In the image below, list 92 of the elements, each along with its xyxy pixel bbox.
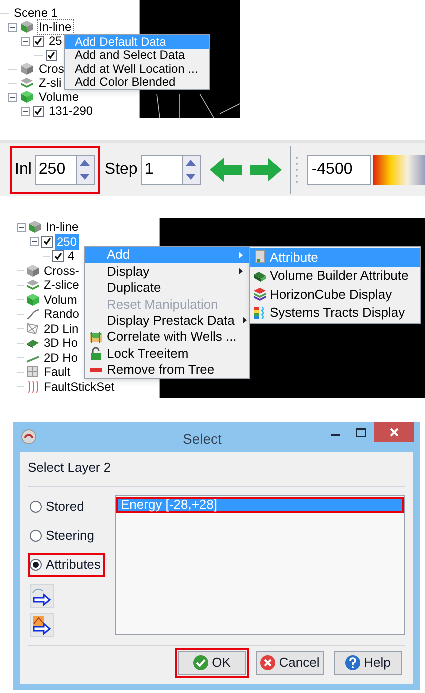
checkbox[interactable]	[33, 36, 44, 46]
dialog-button[interactable]: Cancel	[256, 651, 324, 675]
cube-icon	[20, 90, 34, 104]
tree-item[interactable]: Cros	[37, 61, 66, 77]
spin-up-icon[interactable]	[186, 160, 196, 166]
lock-icon	[89, 346, 103, 361]
menu-item[interactable]: Volume Builder Attribute	[250, 266, 420, 285]
expander-icon[interactable]	[30, 237, 39, 246]
tree-item[interactable]: Fault	[42, 364, 73, 380]
expander-icon[interactable]	[21, 106, 30, 116]
import-button[interactable]	[30, 613, 54, 637]
expander-icon[interactable]	[17, 222, 26, 232]
menu-item[interactable]: Remove from Tree	[85, 362, 249, 378]
tree-item[interactable]: FaultStickSet	[42, 378, 117, 395]
dialog-button[interactable]: Help	[334, 651, 402, 675]
menu-item[interactable]: Add at Well Location ...	[65, 62, 209, 76]
submenu-arrow-icon	[239, 252, 243, 259]
slab-icon	[26, 278, 40, 292]
wireframe-icon	[26, 322, 40, 336]
inline-label: Inl	[15, 160, 32, 180]
checkbox[interactable]	[41, 236, 53, 248]
menu-item[interactable]: Correlate with Wells ...	[85, 328, 249, 346]
document-icon	[253, 250, 267, 264]
left-arrow-icon	[210, 158, 242, 182]
tree-item[interactable]: 25	[47, 33, 64, 49]
menu-item[interactable]: Duplicate	[85, 280, 249, 296]
tree-item[interactable]: Volume	[37, 89, 82, 105]
spin-up-icon[interactable]	[80, 160, 90, 166]
stick-icon	[26, 380, 40, 394]
submenu-arrow-icon	[242, 317, 247, 324]
menu-item[interactable]: Systems Tracts Display	[250, 304, 420, 322]
menu-item[interactable]: Add and Select Data	[65, 48, 209, 62]
window-title: Select	[183, 430, 222, 449]
chart-icon	[89, 330, 103, 344]
dialog-heading: Select Layer 2	[28, 459, 112, 477]
slab-icon	[20, 76, 34, 90]
tree-item[interactable]: Volum	[42, 292, 80, 308]
close-button[interactable]	[374, 422, 414, 442]
menu-item[interactable]: Display Prestack Data	[85, 312, 249, 329]
step-field[interactable]: 1	[140, 154, 183, 184]
tree-item[interactable]: Z-slice	[42, 277, 82, 294]
tree-item[interactable]: In-line	[44, 219, 81, 236]
curve-icon	[26, 307, 40, 322]
tree-item[interactable]: 3D Ho	[42, 335, 80, 352]
tree-item[interactable]: Scene 1	[12, 5, 60, 21]
layers-icon	[253, 287, 267, 302]
range-field[interactable]: -4500	[306, 154, 371, 184]
expander-icon[interactable]	[8, 92, 17, 102]
grid-icon	[26, 365, 40, 380]
check-icon	[193, 655, 210, 671]
radio-button[interactable]: Stored	[30, 497, 84, 517]
tree-item[interactable]: Z-sli	[37, 75, 64, 91]
tree-item[interactable]: 4	[66, 248, 77, 264]
tree-item[interactable]: 131-290	[47, 103, 96, 118]
menu-item[interactable]: Add Color Blended	[65, 76, 209, 89]
color-bars-icon	[253, 306, 267, 320]
close-icon	[390, 428, 398, 436]
app-icon	[21, 429, 37, 445]
tree-item[interactable]: 2D Ho	[42, 350, 80, 366]
help-icon	[345, 655, 362, 671]
checkbox[interactable]	[46, 50, 57, 60]
cube-icon	[20, 62, 34, 76]
menu-item[interactable]: Display	[85, 263, 249, 280]
previous-button[interactable]	[210, 158, 242, 182]
radio-button[interactable]: Steering	[30, 526, 94, 546]
import-button[interactable]	[30, 584, 54, 608]
checkbox[interactable]	[33, 106, 44, 116]
checkbox[interactable]	[52, 250, 64, 262]
cube-icon	[26, 264, 40, 278]
step-label: Step	[104, 160, 138, 180]
cube-icon	[26, 292, 40, 307]
right-arrow-icon	[250, 158, 282, 182]
menu-item[interactable]: Lock Treeitem	[85, 345, 249, 362]
expander-icon[interactable]	[8, 22, 17, 32]
tree-item[interactable]: 2D Lin	[42, 320, 81, 337]
next-button[interactable]	[250, 158, 282, 182]
cube-icon	[20, 20, 34, 34]
submenu-arrow-icon	[239, 268, 243, 276]
inline-field[interactable]: 250	[34, 154, 77, 184]
dialog-button[interactable]: OK	[178, 651, 246, 675]
menu-item[interactable]: HorizonCube Display	[250, 285, 420, 304]
cancel-icon	[260, 655, 276, 671]
check-icon	[34, 106, 43, 116]
spin-down-icon[interactable]	[186, 174, 196, 180]
spin-down-icon[interactable]	[80, 174, 90, 180]
tree-item[interactable]: Rando	[42, 306, 82, 322]
image-arrow-icon	[31, 614, 53, 636]
cube-icon	[28, 220, 42, 234]
tree-item[interactable]: Cross-	[42, 262, 82, 279]
colorbar	[372, 154, 425, 184]
radio-button[interactable]: Attributes	[30, 555, 101, 575]
expander-icon[interactable]	[21, 36, 30, 46]
